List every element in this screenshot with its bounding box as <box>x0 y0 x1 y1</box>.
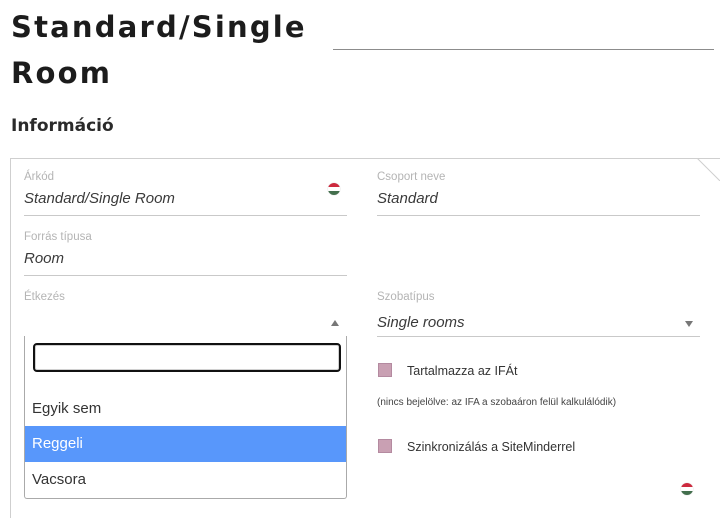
dropdown-option-dinner[interactable]: Vacsora <box>25 462 346 498</box>
source-type-value[interactable]: Room <box>24 250 64 267</box>
group-name-underline <box>377 215 700 216</box>
meals-search-input[interactable] <box>33 343 341 372</box>
page-title: Standard/Single Room <box>11 10 307 90</box>
vat-hint-text: (nincs bejelölve: az IFA a szobaáron fel… <box>377 397 617 408</box>
hungarian-flag-icon[interactable] <box>328 183 340 195</box>
triangle-up-icon[interactable] <box>331 320 339 326</box>
hungarian-flag-icon[interactable] <box>681 483 693 495</box>
meals-dropdown: Egyik sem Reggeli Vacsora <box>24 336 347 499</box>
meals-label: Étkezés <box>24 291 65 303</box>
group-name-value[interactable]: Standard <box>377 190 438 207</box>
includes-vat-label[interactable]: Tartalmazza az IFÁt <box>407 364 517 378</box>
dropdown-option-none[interactable]: Egyik sem <box>25 391 346 427</box>
room-type-underline <box>377 336 700 337</box>
rate-code-value[interactable]: Standard/Single Room <box>24 190 175 207</box>
section-heading: Információ <box>11 116 114 136</box>
rate-code-label: Árkód <box>24 171 55 183</box>
panel-corner-fold <box>697 158 720 181</box>
source-type-label: Forrás típusa <box>24 231 92 243</box>
dropdown-option-breakfast[interactable]: Reggeli <box>25 426 346 462</box>
triangle-down-icon[interactable] <box>685 321 693 327</box>
includes-vat-checkbox[interactable] <box>378 363 392 377</box>
title-divider <box>333 49 714 50</box>
group-name-label: Csoport neve <box>377 171 446 183</box>
siteminder-sync-label[interactable]: Szinkronizálás a SiteMinderrel <box>407 440 575 454</box>
rate-code-underline <box>24 215 347 216</box>
source-type-underline <box>24 275 347 276</box>
siteminder-sync-checkbox[interactable] <box>378 439 392 453</box>
room-type-label: Szobatípus <box>377 291 435 303</box>
room-type-select-value[interactable]: Single rooms <box>377 314 465 331</box>
